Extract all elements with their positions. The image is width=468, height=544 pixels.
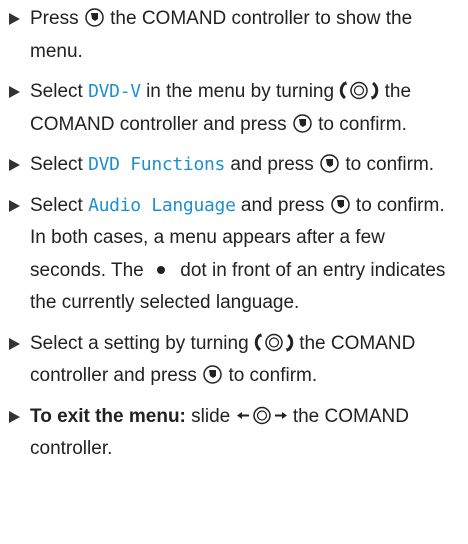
step-text: in the menu by turning xyxy=(146,81,335,102)
step-text: to confirm. xyxy=(228,365,318,386)
press-controller-icon xyxy=(320,154,339,173)
step-arrow-icon xyxy=(8,401,26,433)
slide-controller-icon xyxy=(236,406,287,424)
turn-controller-icon xyxy=(340,81,379,100)
step-arrow-icon xyxy=(8,190,26,222)
step-text: Select a setting by turning xyxy=(30,332,249,354)
page: Press the COMAND controller to show the … xyxy=(0,0,468,544)
step-text: Select xyxy=(30,154,83,175)
step-2: Select DVD-V in the menu by turning the … xyxy=(8,76,460,141)
step-5: Select a setting by turning the COMAND c… xyxy=(8,328,460,393)
step-arrow-icon xyxy=(8,76,26,108)
menu-item-audio-language: Audio Language xyxy=(88,194,236,216)
step-text: slide xyxy=(191,405,231,427)
step-text: to confirm. xyxy=(318,113,407,135)
step-1: Press the COMAND controller to show the … xyxy=(8,3,460,68)
step-text: Select xyxy=(30,81,83,102)
step-heading: To exit the menu: xyxy=(30,405,186,427)
step-arrow-icon xyxy=(8,149,26,181)
press-controller-icon xyxy=(293,113,312,133)
step-3: Select DVD Functions and press to confir… xyxy=(8,149,460,182)
press-controller-icon xyxy=(203,365,222,384)
menu-item-dvd-v: DVD-V xyxy=(88,81,141,102)
press-controller-icon xyxy=(330,194,350,214)
press-controller-icon xyxy=(85,8,104,27)
step-arrow-icon xyxy=(8,328,26,360)
menu-item-dvd-functions: DVD Functions xyxy=(88,154,226,175)
step-text: Press xyxy=(30,8,79,29)
step-4: Select Audio Language and press to confi… xyxy=(8,190,460,320)
step-arrow-icon xyxy=(8,3,26,35)
step-text: to confirm. xyxy=(345,154,435,175)
step-6: To exit the menu: slide the COMAND contr… xyxy=(8,401,460,466)
instruction-steps: Press the COMAND controller to show the … xyxy=(8,3,460,474)
turn-controller-icon xyxy=(254,332,294,352)
step-text: and press xyxy=(230,154,314,175)
step-text: Select xyxy=(30,194,83,216)
step-text: to confirm. xyxy=(355,194,445,216)
step-text: and press xyxy=(240,194,325,216)
filled-dot-icon xyxy=(157,265,166,274)
